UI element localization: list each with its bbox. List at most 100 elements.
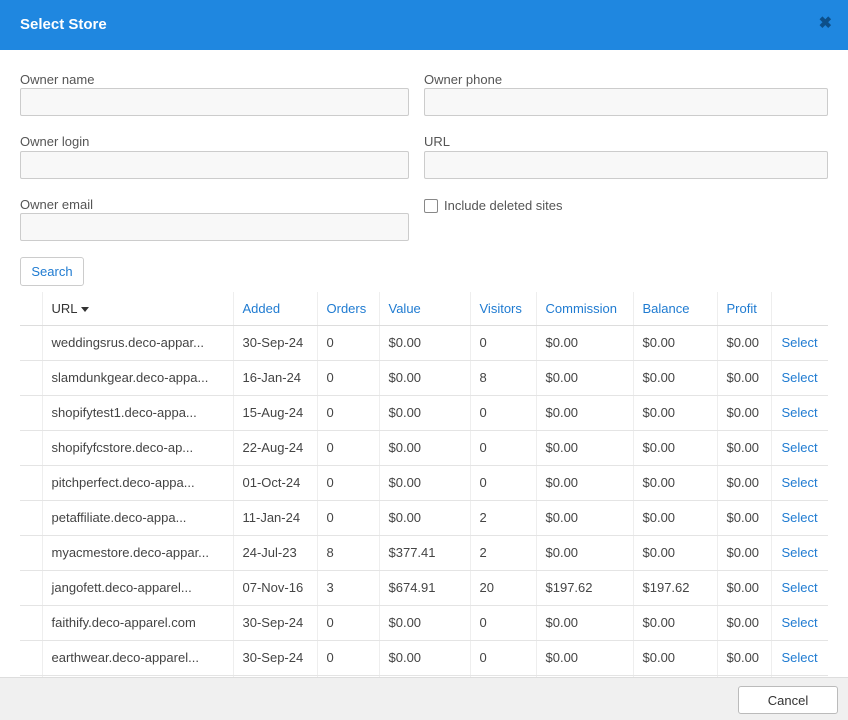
column-header-commission[interactable]: Commission bbox=[535, 292, 633, 326]
row-spacer bbox=[20, 640, 42, 676]
cell-profit: $0.00 bbox=[716, 570, 771, 606]
stores-table: URL Added Orders Value Visitors Commissi… bbox=[20, 292, 828, 677]
column-header-balance[interactable]: Balance bbox=[632, 292, 717, 326]
dialog-title: Select Store bbox=[20, 16, 107, 33]
select-link[interactable]: Select bbox=[770, 325, 828, 361]
cell-value: $0.00 bbox=[378, 640, 470, 676]
cancel-button[interactable]: Cancel bbox=[738, 686, 838, 714]
cell-url: jangofett.deco-apparel... bbox=[41, 570, 233, 606]
cell-value: $0.00 bbox=[378, 360, 470, 396]
cell-url: shopifytest1.deco-appa... bbox=[41, 395, 233, 431]
cell-balance: $0.00 bbox=[632, 360, 717, 396]
table-header-row: URL Added Orders Value Visitors Commissi… bbox=[20, 292, 828, 326]
cell-orders: 0 bbox=[316, 430, 379, 466]
column-header-added[interactable]: Added bbox=[232, 292, 317, 326]
cell-visitors: 0 bbox=[469, 430, 536, 466]
cell-profit: $0.00 bbox=[716, 640, 771, 676]
owner-login-label: Owner login bbox=[20, 134, 90, 149]
cell-profit: $0.00 bbox=[716, 360, 771, 396]
cell-orders: 0 bbox=[316, 605, 379, 641]
cell-balance: $197.62 bbox=[632, 570, 717, 606]
cell-added: 07-Nov-16 bbox=[232, 570, 317, 606]
row-spacer bbox=[20, 605, 42, 641]
table-row: faithify.deco-apparel.com 30-Sep-24 0 $0.00… bbox=[20, 605, 828, 641]
cell-visitors: 0 bbox=[469, 325, 536, 361]
column-header-visitors[interactable]: Visitors bbox=[469, 292, 536, 326]
select-link[interactable]: Select bbox=[770, 465, 828, 501]
cell-orders: 0 bbox=[316, 325, 379, 361]
column-header-orders[interactable]: Orders bbox=[316, 292, 379, 326]
cell-url: slamdunkgear.deco-appa... bbox=[41, 360, 233, 396]
cell-orders: 0 bbox=[316, 500, 379, 536]
cell-added: 22-Aug-24 bbox=[232, 430, 317, 466]
row-spacer bbox=[20, 535, 42, 571]
table-row: earthwear.deco-apparel... 30-Sep-24 0 $0.00… bbox=[20, 640, 828, 676]
column-header-url[interactable]: URL bbox=[41, 292, 233, 326]
cell-commission: $0.00 bbox=[535, 430, 633, 466]
cell-visitors: 0 bbox=[469, 640, 536, 676]
cell-added: 30-Sep-24 bbox=[232, 605, 317, 641]
cell-commission: $0.00 bbox=[535, 605, 633, 641]
stores-table-container[interactable]: URL Added Orders Value Visitors Commissi… bbox=[20, 292, 828, 677]
select-link[interactable]: Select bbox=[770, 395, 828, 431]
cell-added: 16-Jan-24 bbox=[232, 360, 317, 396]
cell-balance: $0.00 bbox=[632, 465, 717, 501]
cell-commission: $0.00 bbox=[535, 395, 633, 431]
column-header-profit[interactable]: Profit bbox=[716, 292, 771, 326]
cell-url: weddingsrus.deco-appar... bbox=[41, 325, 233, 361]
row-spacer bbox=[20, 360, 42, 396]
cell-value: $0.00 bbox=[378, 430, 470, 466]
owner-phone-label: Owner phone bbox=[424, 72, 503, 87]
table-row: slamdunkgear.deco-appa... 16-Jan-24 0 $0.00… bbox=[20, 360, 828, 396]
select-link[interactable]: Select bbox=[770, 640, 828, 676]
cell-profit: $0.00 bbox=[716, 395, 771, 431]
column-header-label: URL bbox=[51, 300, 78, 316]
select-link[interactable]: Select bbox=[770, 605, 828, 641]
cell-visitors: 20 bbox=[469, 570, 536, 606]
search-button[interactable]: Search bbox=[20, 257, 84, 286]
cell-orders: 0 bbox=[316, 360, 379, 396]
table-row: shopifytest1.deco-appa... 15-Aug-24 0 $0.00… bbox=[20, 395, 828, 431]
table-row: shopifyfcstore.deco-ap... 22-Aug-24 0 $0.00… bbox=[20, 430, 828, 466]
cell-commission: $0.00 bbox=[535, 325, 633, 361]
cell-commission: $0.00 bbox=[535, 640, 633, 676]
owner-phone-input[interactable] bbox=[424, 88, 828, 116]
cell-balance: $0.00 bbox=[632, 430, 717, 466]
owner-email-input[interactable] bbox=[20, 213, 409, 241]
cell-value: $377.41 bbox=[378, 535, 470, 571]
cell-visitors: 0 bbox=[469, 395, 536, 431]
table-row: myacmestore.deco-appar... 24-Jul-23 8 $377.… bbox=[20, 535, 828, 571]
select-link[interactable]: Select bbox=[770, 430, 828, 466]
cell-orders: 0 bbox=[316, 640, 379, 676]
column-header-value[interactable]: Value bbox=[378, 292, 470, 326]
include-deleted-option[interactable]: Include deleted sites bbox=[424, 198, 563, 213]
cell-profit: $0.00 bbox=[716, 500, 771, 536]
row-spacer bbox=[20, 570, 42, 606]
cell-balance: $0.00 bbox=[632, 325, 717, 361]
table-row: pitchperfect.deco-appa... 01-Oct-24 0 $0.00… bbox=[20, 465, 828, 501]
cell-commission: $0.00 bbox=[535, 465, 633, 501]
select-link[interactable]: Select bbox=[770, 500, 828, 536]
cell-url: myacmestore.deco-appar... bbox=[41, 535, 233, 571]
owner-name-input[interactable] bbox=[20, 88, 409, 116]
cell-orders: 3 bbox=[316, 570, 379, 606]
table-row: jangofett.deco-apparel... 07-Nov-16 3 $674.… bbox=[20, 570, 828, 606]
include-deleted-checkbox[interactable] bbox=[424, 198, 438, 213]
url-label: URL bbox=[424, 134, 451, 149]
url-input[interactable] bbox=[424, 151, 828, 179]
select-link[interactable]: Select bbox=[770, 360, 828, 396]
header-action-spacer bbox=[770, 292, 828, 326]
cell-profit: $0.00 bbox=[716, 325, 771, 361]
cell-visitors: 0 bbox=[469, 465, 536, 501]
cell-profit: $0.00 bbox=[716, 605, 771, 641]
select-link[interactable]: Select bbox=[770, 570, 828, 606]
owner-email-label: Owner email bbox=[20, 197, 93, 212]
cell-balance: $0.00 bbox=[632, 395, 717, 431]
select-link[interactable]: Select bbox=[770, 535, 828, 571]
cell-commission: $197.62 bbox=[535, 570, 633, 606]
owner-login-input[interactable] bbox=[20, 151, 409, 179]
close-icon[interactable]: ✖ bbox=[819, 15, 832, 33]
cell-visitors: 0 bbox=[469, 605, 536, 641]
cell-added: 15-Aug-24 bbox=[232, 395, 317, 431]
owner-name-label: Owner name bbox=[20, 72, 95, 87]
